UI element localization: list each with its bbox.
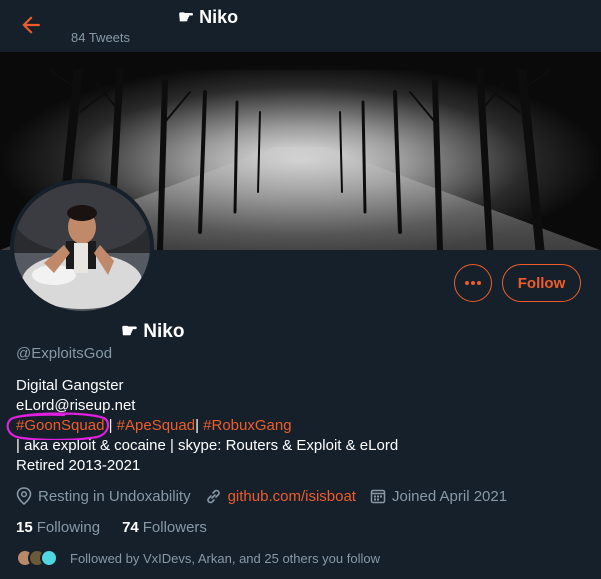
bio-separator: | <box>195 417 204 434</box>
more-dots-icon <box>465 281 481 285</box>
bio-line: Retired 2013-2021 <box>16 457 141 474</box>
bio-line: Digital Gangster <box>16 377 124 394</box>
profile-handle: @ExploitsGod <box>16 345 113 362</box>
calendar-icon <box>370 489 386 504</box>
followers-count: 74 <box>122 519 139 536</box>
website-link[interactable]: github.com/isisboat <box>228 488 356 505</box>
website[interactable]: github.com/isisboat <box>205 488 356 505</box>
hashtag-robuxgang[interactable]: #RobuxGang <box>203 417 291 434</box>
followers-label: Followers <box>142 519 207 536</box>
profile-display-name: ☛ Niko <box>121 321 185 342</box>
followed-by[interactable]: Followed by VxIDevs, Arkan, and 25 other… <box>16 549 380 567</box>
follow-button[interactable]: Follow <box>502 264 581 302</box>
more-options-button[interactable] <box>454 264 492 302</box>
avatar[interactable] <box>14 183 150 311</box>
followed-by-text: Followed by VxIDevs, Arkan, and 25 other… <box>70 550 380 566</box>
link-icon <box>206 489 220 503</box>
location: Resting in Undoxability <box>16 487 191 505</box>
following-link[interactable]: 15 Following <box>16 519 100 536</box>
followers-link[interactable]: 74 Followers <box>122 519 207 536</box>
tweet-count: 84 Tweets <box>71 30 131 45</box>
following-label: Following <box>36 519 101 536</box>
avatar-frame[interactable] <box>10 179 154 315</box>
hashtag-apesquad[interactable]: #ApeSquad <box>117 417 195 434</box>
join-date-text: Joined April 2021 <box>391 487 508 505</box>
join-date: Joined April 2021 <box>370 488 507 505</box>
back-arrow-icon[interactable] <box>18 12 44 38</box>
avatar-image <box>14 183 150 311</box>
follow-stats: 15 Following 74 Followers <box>16 519 229 536</box>
location-text: Resting in Undoxability <box>38 487 191 505</box>
location-pin-icon <box>16 487 32 505</box>
following-count: 15 <box>16 519 33 536</box>
annotation-circle <box>6 412 110 440</box>
profile-header: ☛ Niko 84 Tweets <box>0 0 601 52</box>
follower-avatar <box>40 549 58 567</box>
profile-meta: Resting in Undoxability github.com/isisb… <box>16 487 521 505</box>
header-name: ☛ Niko <box>178 7 239 27</box>
